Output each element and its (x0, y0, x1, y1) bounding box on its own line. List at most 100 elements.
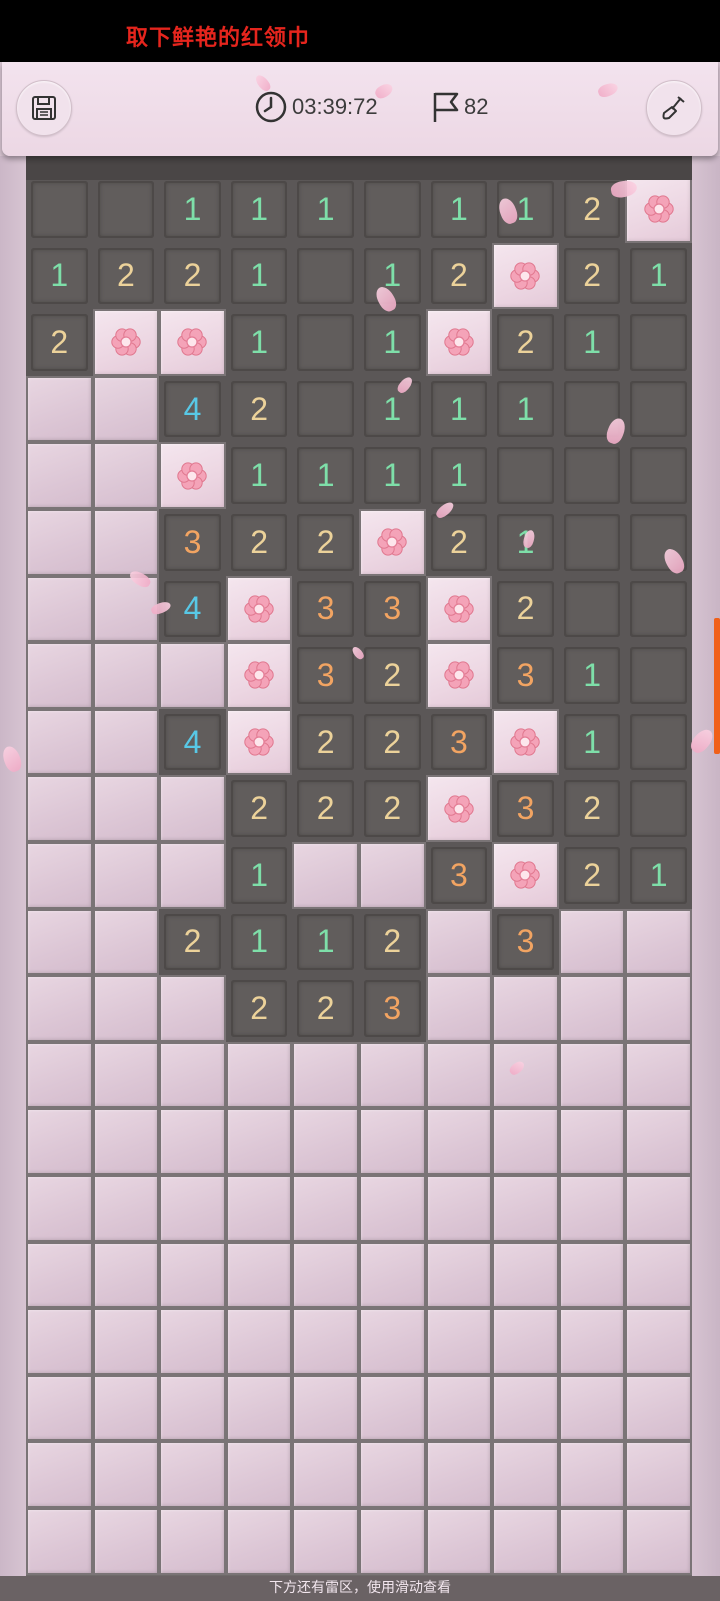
flagged-cell[interactable] (425, 775, 493, 842)
flagged-cell[interactable] (225, 708, 293, 776)
hidden-cell[interactable] (26, 908, 93, 976)
hidden-cell[interactable] (26, 575, 93, 643)
hidden-cell[interactable] (558, 1241, 626, 1309)
open-empty-cell[interactable] (292, 242, 359, 310)
open-number-cell[interactable]: 4 (159, 708, 226, 776)
hidden-cell[interactable] (92, 908, 160, 976)
open-empty-cell[interactable] (625, 309, 692, 376)
hidden-cell[interactable] (292, 1041, 359, 1109)
open-empty-cell[interactable] (625, 708, 692, 776)
open-number-cell[interactable]: 1 (292, 176, 359, 243)
hidden-cell[interactable] (92, 1441, 160, 1508)
hidden-cell[interactable] (225, 1374, 293, 1442)
hidden-cell[interactable] (558, 1441, 626, 1508)
open-empty-cell[interactable] (26, 176, 93, 243)
hidden-cell[interactable] (92, 1175, 160, 1242)
open-number-cell[interactable]: 2 (225, 375, 293, 443)
hidden-cell[interactable] (625, 1041, 692, 1109)
hidden-cell[interactable] (625, 1441, 692, 1508)
hidden-cell[interactable] (159, 642, 226, 709)
open-number-cell[interactable]: 2 (225, 975, 293, 1042)
hidden-cell[interactable] (92, 842, 160, 909)
hidden-cell[interactable] (625, 1508, 692, 1575)
open-number-cell[interactable]: 1 (292, 908, 359, 976)
open-number-cell[interactable]: 2 (225, 775, 293, 842)
open-empty-cell[interactable] (492, 442, 559, 509)
open-number-cell[interactable]: 4 (159, 575, 226, 643)
open-number-cell[interactable]: 2 (425, 242, 493, 310)
hidden-cell[interactable] (558, 1175, 626, 1242)
hidden-cell[interactable] (425, 1308, 493, 1375)
hidden-cell[interactable] (492, 1441, 559, 1508)
open-number-cell[interactable]: 1 (425, 176, 493, 243)
open-empty-cell[interactable] (625, 642, 692, 709)
open-number-cell[interactable]: 3 (292, 575, 359, 643)
open-number-cell[interactable]: 2 (359, 775, 426, 842)
hidden-cell[interactable] (92, 775, 160, 842)
hidden-cell[interactable] (359, 1175, 426, 1242)
open-empty-cell[interactable] (625, 442, 692, 509)
open-empty-cell[interactable] (625, 375, 692, 443)
hidden-cell[interactable] (359, 1508, 426, 1575)
open-number-cell[interactable]: 1 (225, 176, 293, 243)
hidden-cell[interactable] (225, 1308, 293, 1375)
open-number-cell[interactable]: 1 (225, 842, 293, 909)
hidden-cell[interactable] (558, 975, 626, 1042)
hidden-cell[interactable] (492, 1241, 559, 1309)
open-number-cell[interactable]: 2 (292, 708, 359, 776)
hidden-cell[interactable] (159, 1108, 226, 1175)
hidden-cell[interactable] (92, 642, 160, 709)
hidden-cell[interactable] (26, 975, 93, 1042)
hidden-cell[interactable] (92, 375, 160, 443)
open-empty-cell[interactable] (558, 509, 626, 576)
hidden-cell[interactable] (359, 842, 426, 909)
hidden-cell[interactable] (425, 1175, 493, 1242)
scroll-indicator[interactable] (714, 618, 720, 754)
hidden-cell[interactable] (359, 1374, 426, 1442)
hidden-cell[interactable] (92, 1241, 160, 1309)
open-number-cell[interactable]: 1 (225, 908, 293, 976)
hidden-cell[interactable] (425, 1041, 493, 1109)
hidden-cell[interactable] (159, 1374, 226, 1442)
open-number-cell[interactable]: 1 (225, 442, 293, 509)
hidden-cell[interactable] (92, 708, 160, 776)
flagged-cell[interactable] (159, 442, 226, 509)
open-number-cell[interactable]: 2 (558, 842, 626, 909)
open-empty-cell[interactable] (625, 775, 692, 842)
open-number-cell[interactable]: 2 (359, 708, 426, 776)
hidden-cell[interactable] (492, 1508, 559, 1575)
open-number-cell[interactable]: 2 (558, 775, 626, 842)
hidden-cell[interactable] (225, 1175, 293, 1242)
hidden-cell[interactable] (26, 1308, 93, 1375)
hidden-cell[interactable] (159, 975, 226, 1042)
hidden-cell[interactable] (26, 1441, 93, 1508)
hidden-cell[interactable] (159, 1241, 226, 1309)
hidden-cell[interactable] (26, 708, 93, 776)
open-number-cell[interactable]: 2 (359, 642, 426, 709)
hidden-cell[interactable] (558, 1508, 626, 1575)
hidden-cell[interactable] (425, 1441, 493, 1508)
hidden-cell[interactable] (92, 1508, 160, 1575)
hidden-cell[interactable] (292, 1108, 359, 1175)
hidden-cell[interactable] (625, 975, 692, 1042)
hidden-cell[interactable] (359, 1241, 426, 1309)
hidden-cell[interactable] (159, 1308, 226, 1375)
flagged-cell[interactable] (425, 642, 493, 709)
flagged-cell[interactable] (492, 842, 559, 909)
open-number-cell[interactable]: 4 (159, 375, 226, 443)
flagged-cell[interactable] (425, 309, 493, 376)
hidden-cell[interactable] (359, 1441, 426, 1508)
flagged-cell[interactable] (492, 708, 559, 776)
hidden-cell[interactable] (359, 1041, 426, 1109)
hidden-cell[interactable] (159, 842, 226, 909)
hidden-cell[interactable] (92, 442, 160, 509)
hidden-cell[interactable] (558, 1374, 626, 1442)
open-number-cell[interactable]: 2 (558, 242, 626, 310)
open-number-cell[interactable]: 2 (292, 509, 359, 576)
minefield-board[interactable]: 1 1 1 1 1 2 1 2 2 1 1 2 2 1 2 1 1 2 1 4 2 1 1 1 1 1 1 1 3 2 2 2 1 4 3 3 2 3 2 3… (26, 156, 692, 1576)
open-empty-cell[interactable] (558, 442, 626, 509)
open-number-cell[interactable]: 3 (425, 708, 493, 776)
open-empty-cell[interactable] (292, 309, 359, 376)
hidden-cell[interactable] (292, 1308, 359, 1375)
hidden-cell[interactable] (26, 1108, 93, 1175)
